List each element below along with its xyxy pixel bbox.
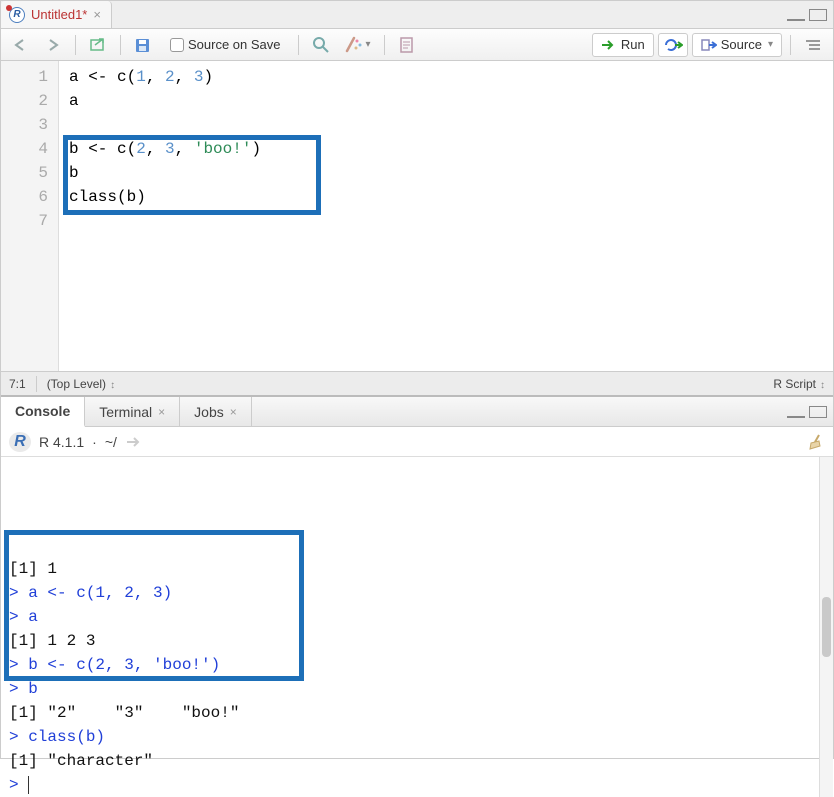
code-content: a <- c(1, 2, 3)ab <- c(2, 3, 'boo!')bcla… (59, 61, 833, 371)
compile-report-button[interactable] (393, 33, 421, 57)
editor-window-controls (787, 1, 833, 28)
console-output[interactable]: [1] 1> a <- c(1, 2, 3)> a[1] 1 2 3> b <-… (1, 457, 833, 797)
cursor-position: 7:1 (9, 377, 26, 391)
clear-console-icon[interactable] (807, 433, 825, 451)
minimize-pane-icon[interactable] (787, 9, 805, 21)
tab-console-label: Console (15, 403, 70, 419)
close-icon[interactable]: × (93, 7, 101, 22)
outline-button[interactable] (799, 33, 827, 57)
tab-jobs-label: Jobs (194, 404, 224, 420)
scope-selector[interactable]: (Top Level) (47, 377, 115, 391)
save-button[interactable] (129, 33, 157, 57)
minimize-pane-icon[interactable] (787, 406, 805, 418)
editor-tabbar: R Untitled1* × (1, 1, 833, 29)
console-window-controls (787, 397, 833, 426)
editor-toolbar: Source on Save ▾ Run Source ▾ (1, 29, 833, 61)
run-arrow-icon (601, 39, 617, 51)
r-logo-icon: R (9, 432, 31, 452)
checkbox-icon (170, 38, 184, 52)
close-icon[interactable]: × (230, 405, 237, 419)
tab-jobs[interactable]: Jobs × (180, 397, 252, 426)
line-gutter: 1234567 (1, 61, 59, 371)
source-arrow-icon (701, 38, 717, 52)
show-in-new-window-button[interactable] (84, 33, 112, 57)
scrollbar[interactable] (819, 457, 833, 797)
run-label: Run (621, 37, 645, 52)
maximize-pane-icon[interactable] (809, 406, 827, 418)
rerun-button[interactable] (658, 33, 688, 57)
code-editor[interactable]: 1234567 a <- c(1, 2, 3)ab <- c(2, 3, 'bo… (1, 61, 833, 371)
console-header: R R 4.1.1 · ~/ (1, 427, 833, 457)
console-tabbar: Console Terminal × Jobs × (1, 397, 833, 427)
run-button[interactable]: Run (592, 33, 654, 57)
source-on-save-label: Source on Save (188, 37, 281, 52)
editor-tab-untitled1[interactable]: R Untitled1* × (1, 1, 112, 28)
source-on-save-toggle[interactable]: Source on Save (161, 33, 290, 57)
r-version: R 4.1.1 (39, 434, 84, 450)
tab-terminal-label: Terminal (99, 404, 152, 420)
nav-back-button[interactable] (7, 33, 35, 57)
editor-tab-title: Untitled1* (31, 7, 87, 22)
source-button[interactable]: Source ▾ (692, 33, 782, 57)
scrollbar-thumb[interactable] (822, 597, 831, 657)
source-label: Source (721, 37, 762, 52)
find-button[interactable] (307, 33, 335, 57)
goto-dir-icon[interactable] (125, 436, 141, 448)
tab-terminal[interactable]: Terminal × (85, 397, 180, 426)
maximize-pane-icon[interactable] (809, 9, 827, 21)
code-tools-button[interactable]: ▾ (339, 33, 376, 57)
editor-pane: R Untitled1* × Source on Save (1, 1, 833, 396)
tab-console[interactable]: Console (1, 397, 85, 427)
modified-dot-icon (6, 5, 12, 11)
nav-forward-button[interactable] (39, 33, 67, 57)
close-icon[interactable]: × (158, 405, 165, 419)
console-pane: Console Terminal × Jobs × R R 4.1.1 · ~/… (1, 396, 833, 797)
language-selector[interactable]: R Script (773, 377, 825, 391)
working-dir: ~/ (105, 434, 117, 450)
editor-statusbar: 7:1 (Top Level) R Script (1, 371, 833, 395)
